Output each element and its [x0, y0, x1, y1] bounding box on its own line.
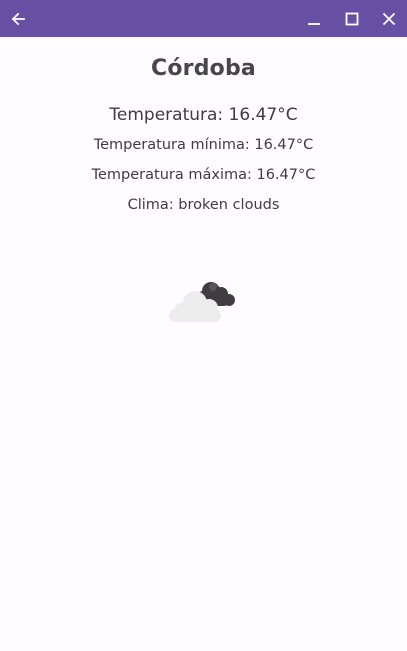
maximize-button[interactable] [334, 0, 370, 37]
back-button[interactable] [0, 0, 36, 37]
minimize-icon [308, 22, 320, 25]
city-name: Córdoba [151, 56, 256, 81]
close-button[interactable] [371, 0, 407, 37]
temperature-text: Temperatura: 16.47°C [109, 105, 298, 125]
app-window: Córdoba Temperatura: 16.47°C Temperatura… [0, 0, 407, 651]
title-bar [0, 0, 407, 37]
close-icon [382, 12, 396, 25]
broken-clouds-icon [169, 282, 235, 322]
arrow-left-icon [11, 12, 25, 25]
temperature-max-text: Temperatura máxima: 16.47°C [91, 167, 316, 183]
weather-condition-text: Clima: broken clouds [127, 197, 280, 213]
maximize-icon [345, 12, 359, 25]
temperature-min-text: Temperatura mínima: 16.47°C [93, 137, 314, 153]
minimize-button[interactable] [296, 0, 332, 37]
